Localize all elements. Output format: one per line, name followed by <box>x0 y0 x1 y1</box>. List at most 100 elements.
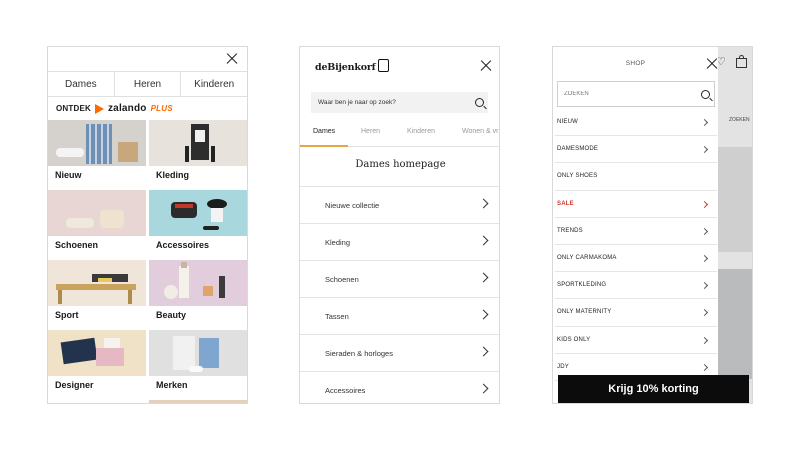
list-item-label: JDY <box>557 363 569 370</box>
zalando-gender-tabs: Dames Heren Kinderen <box>48 72 247 97</box>
chevron-right-icon <box>478 346 489 357</box>
chevron-right-icon <box>700 254 709 262</box>
bijenkorf-category-tabs: Dames Heren Kinderen Wonen & vr <box>300 125 499 147</box>
category-tile-kleding[interactable]: Kleding <box>149 120 247 188</box>
list-item-sportkleding[interactable]: SPORTKLEDING <box>555 272 717 300</box>
category-label: Sport <box>55 310 79 320</box>
list-item-label: NIEUW <box>557 119 578 125</box>
list-item-damesmode[interactable]: DAMESMODE <box>555 136 717 164</box>
tab-dames[interactable]: Dames <box>313 128 335 135</box>
logo-text: deBijenkorf <box>315 62 376 73</box>
bijenkorf-emblem-icon <box>377 59 389 72</box>
chevron-right-icon <box>700 227 709 235</box>
bijenkorf-header: deBijenkorf <box>300 47 499 85</box>
list-item-only-shoes[interactable]: ONLY SHOES <box>555 163 717 191</box>
accessories-illustration <box>171 199 227 230</box>
bijenkorf-logo[interactable]: deBijenkorf <box>315 59 389 73</box>
category-tile-schoenen[interactable]: Schoenen <box>48 190 146 258</box>
search-icon[interactable] <box>701 90 710 99</box>
chevron-right-icon <box>478 198 489 209</box>
list-item-sale[interactable]: SALE <box>555 191 717 218</box>
beauty-products-illustration <box>164 262 225 299</box>
designer-items-illustration <box>60 337 124 366</box>
tab-kinderen[interactable]: Kinderen <box>181 72 247 96</box>
chevron-right-icon <box>700 118 709 127</box>
bijenkorf-menu-screen: deBijenkorf Dames Heren Kinderen Wonen &… <box>299 46 500 404</box>
list-item-only-carmakoma[interactable]: ONLY CARMAKOMA <box>555 245 717 273</box>
category-image <box>48 400 146 403</box>
shopping-bag-icon[interactable] <box>736 55 747 68</box>
list-item-label: TRENDS <box>557 227 583 234</box>
shoes-illustration <box>66 210 124 228</box>
chevron-right-icon <box>478 383 489 394</box>
search-icon[interactable] <box>475 98 484 107</box>
list-item-nieuwe-collectie[interactable]: Nieuwe collectie <box>300 186 499 223</box>
list-item-label: ONLY CARMAKOMA <box>557 254 617 261</box>
tab-heren[interactable]: Heren <box>361 128 380 135</box>
drawer-title: SHOP <box>625 60 646 67</box>
tab-kinderen[interactable]: Kinderen <box>407 128 435 135</box>
clothing-illustration <box>185 124 215 162</box>
list-item-label: Schoenen <box>325 275 359 284</box>
category-tile-sport[interactable]: Sport <box>48 260 146 328</box>
sport-bench-illustration <box>56 274 136 304</box>
chevron-right-icon <box>700 146 709 154</box>
category-tile-nieuw[interactable]: Nieuw <box>48 120 146 188</box>
tab-wonen[interactable]: Wonen & vr <box>462 128 498 135</box>
category-label: Schoenen <box>55 240 99 250</box>
list-item-kleding[interactable]: Kleding <box>300 223 499 260</box>
category-label: Merken <box>156 380 188 390</box>
list-item-sieraden[interactable]: Sieraden & horloges <box>300 334 499 371</box>
chevron-right-icon <box>700 309 709 317</box>
close-icon[interactable] <box>480 60 492 72</box>
search-input[interactable] <box>311 98 470 107</box>
chevron-right-icon <box>478 235 489 246</box>
list-item-nieuw[interactable]: NIEUW <box>555 109 717 137</box>
category-grid: Nieuw Kleding Schoenen Accessoires Sport <box>48 120 247 403</box>
list-item-accessoires[interactable]: Accessoires <box>300 371 499 403</box>
zalando-plus-banner[interactable]: ONTDEK zalando PLUS <box>48 97 247 120</box>
list-item-trends[interactable]: TRENDS <box>555 218 717 245</box>
category-label: Nieuw <box>55 170 82 180</box>
list-item-label: Tassen <box>325 312 349 321</box>
brand-name: zalando <box>107 103 147 114</box>
tab-dames[interactable]: Dames <box>48 72 115 96</box>
category-tile-beauty[interactable]: Beauty <box>149 260 247 328</box>
search-bar[interactable] <box>311 92 488 113</box>
category-tile-designer[interactable]: Designer <box>48 330 146 398</box>
background-photo <box>718 269 752 379</box>
banner-prefix: ONTDEK <box>56 104 91 113</box>
category-image <box>48 260 146 306</box>
sneaker-shirt-illustration <box>56 124 138 164</box>
list-item-schoenen[interactable]: Schoenen <box>300 260 499 297</box>
tab-heren[interactable]: Heren <box>115 72 182 96</box>
category-tile-accessoires[interactable]: Accessoires <box>149 190 247 258</box>
chevron-right-icon <box>700 200 709 208</box>
shop-drawer: SHOP NIEUW DAMESMODE ONLY SHOES SALE TRE… <box>553 47 718 403</box>
list-item-label: SALE <box>557 200 574 207</box>
discount-cta-button[interactable]: Krijg 10% korting <box>558 375 749 403</box>
chevron-right-icon <box>700 363 709 371</box>
category-label: Beauty <box>156 310 187 320</box>
chevron-right-icon <box>478 272 489 283</box>
list-item-only-maternity[interactable]: ONLY MATERNITY <box>555 299 717 327</box>
close-icon[interactable] <box>226 53 238 65</box>
background-search-label: ZOEKEN <box>729 117 750 123</box>
chevron-right-icon <box>700 282 709 290</box>
list-item-kids-only[interactable]: KIDS ONLY <box>555 327 717 354</box>
chevron-right-icon <box>700 336 709 344</box>
search-bar[interactable] <box>557 81 715 107</box>
category-list: Nieuwe collectie Kleding Schoenen Tassen… <box>300 186 499 403</box>
category-tile-merken[interactable]: Merken <box>149 330 247 398</box>
search-input[interactable] <box>558 90 686 98</box>
only-menu-screen: ZOEKEN ♡ SHOP NIEUW DAMESMODE ONLY SHOES… <box>552 46 753 404</box>
brand-suffix: PLUS <box>150 104 173 113</box>
category-image <box>149 190 247 236</box>
category-image <box>48 190 146 236</box>
close-icon[interactable] <box>706 58 718 70</box>
list-item-label: SPORTKLEDING <box>557 282 607 289</box>
category-label: Kleding <box>156 170 189 180</box>
category-image <box>48 120 146 166</box>
list-item-label: ONLY MATERNITY <box>557 309 612 316</box>
list-item-tassen[interactable]: Tassen <box>300 297 499 334</box>
